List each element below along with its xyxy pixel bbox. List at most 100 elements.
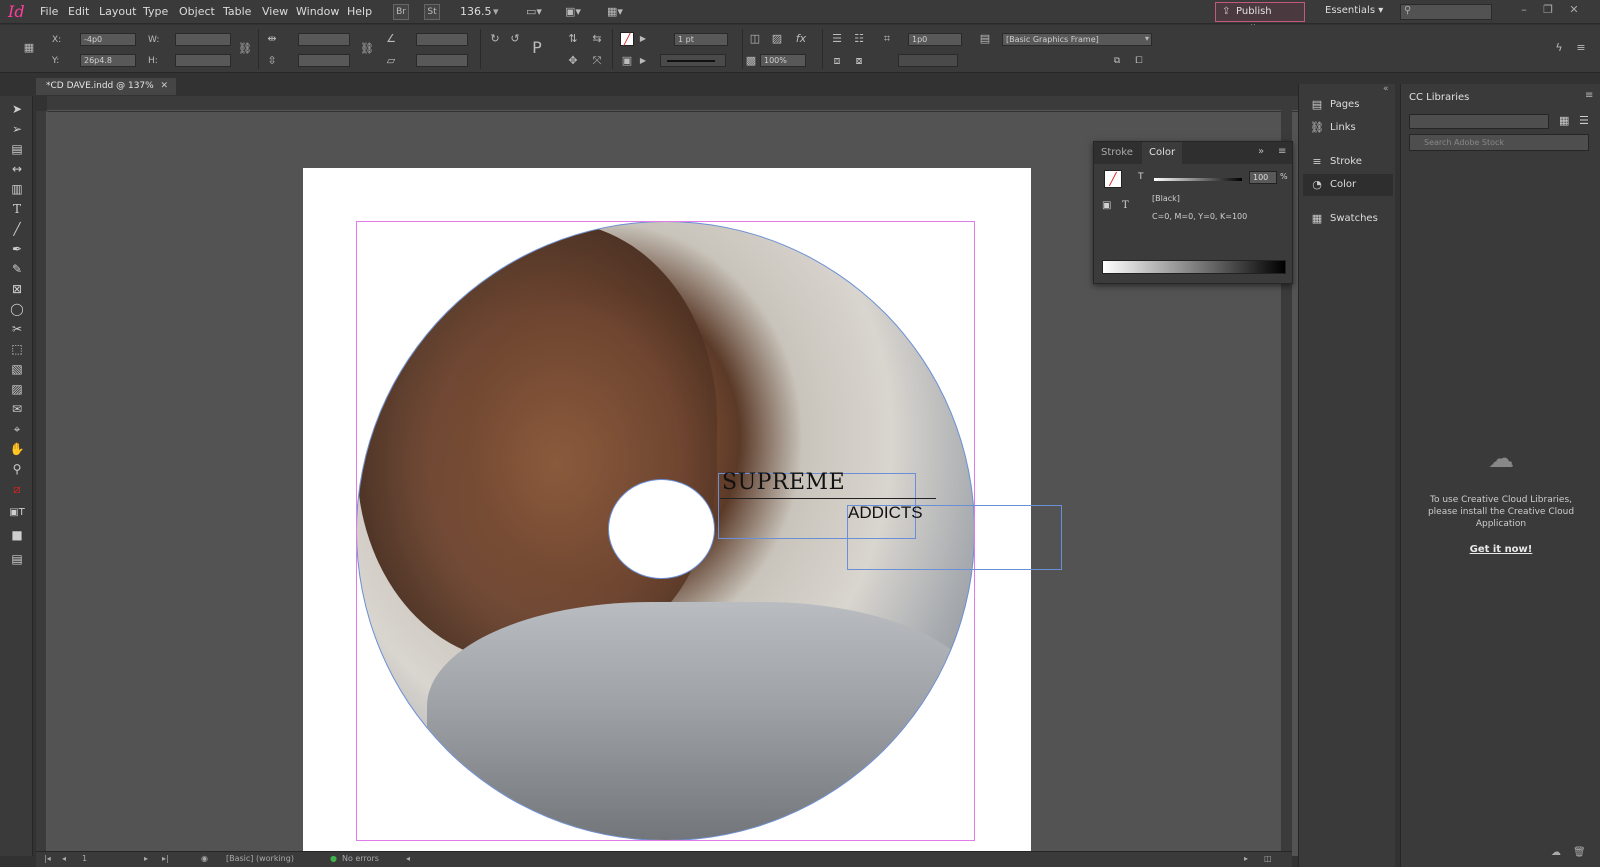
menu-help[interactable]: Help (347, 5, 372, 18)
fit-frame-icon[interactable]: ⌗ (880, 32, 894, 46)
split-window-icon[interactable]: ◫ (1264, 854, 1272, 863)
select-container-icon[interactable]: ✥ (566, 54, 580, 68)
hand-tool-icon[interactable]: ✋ (8, 440, 26, 458)
dock-item-swatches[interactable]: ▦ Swatches (1303, 208, 1393, 230)
page-tool-icon[interactable]: ▤ (8, 140, 26, 158)
maximize-icon[interactable]: ❐ (1540, 3, 1556, 19)
dock-item-pages[interactable]: ▤ Pages (1303, 94, 1393, 116)
collapse-dock-icon[interactable]: « (1383, 84, 1389, 94)
tab-stroke[interactable]: Stroke (1094, 142, 1140, 164)
constrain-scale-icon[interactable]: ⛓ (360, 42, 374, 56)
gap-tool-icon[interactable]: ↔ (8, 160, 26, 178)
last-page-icon[interactable]: ▸| (162, 854, 169, 863)
effects-frame-icon[interactable]: ▨ (770, 32, 784, 46)
album-title-text[interactable]: SUPREME (722, 470, 845, 495)
color-spectrum[interactable] (1102, 260, 1286, 274)
scroll-right-icon[interactable]: ▸ (1244, 854, 1248, 863)
preflight-profile[interactable]: [Basic] (working) (226, 854, 294, 863)
select-content-icon[interactable]: ⤧ (590, 54, 604, 68)
menu-object[interactable]: Object (179, 5, 215, 18)
publish-online-button[interactable]: ⇪ Publish Online (1215, 2, 1305, 35)
stroke-type-select[interactable] (660, 54, 726, 67)
direct-selection-tool-icon[interactable]: ➢ (8, 120, 26, 138)
pencil-tool-icon[interactable]: ✎ (8, 260, 26, 278)
corner-select[interactable] (898, 54, 958, 67)
y-field[interactable]: 26p4.8 (80, 54, 136, 67)
quick-apply-icon[interactable]: ⧉ (1110, 54, 1124, 68)
fill-arrow-icon[interactable]: ▶ (636, 32, 650, 46)
line-tool-icon[interactable]: ╱ (8, 220, 26, 238)
grid-view-icon[interactable]: ▦ (1559, 114, 1569, 127)
collapse-icon[interactable]: » (1258, 146, 1264, 157)
paragraph-icon[interactable]: P (530, 40, 544, 56)
type-tool-icon[interactable]: T (8, 200, 26, 218)
stroke-arrow-icon[interactable]: ▶ (636, 54, 650, 68)
fill-none-swatch-icon[interactable]: ╱ (620, 32, 634, 46)
horizontal-ruler[interactable] (47, 96, 1299, 111)
fx-icon[interactable]: fx (794, 32, 808, 46)
scale-x-field[interactable] (298, 33, 350, 46)
flip-vertical-icon[interactable]: ⇅ (566, 32, 580, 46)
align-left-icon[interactable]: ☰ (830, 32, 844, 46)
menu-table[interactable]: Table (223, 5, 251, 18)
lightning-icon[interactable]: ϟ (1552, 41, 1566, 55)
object-style-select[interactable]: [Basic Graphics Frame] (1002, 33, 1152, 46)
menu-edit[interactable]: Edit (68, 5, 89, 18)
drop-shadow-icon[interactable]: ◫ (748, 32, 762, 46)
tint-value-field[interactable]: 100 (1249, 171, 1277, 184)
help-search-input[interactable]: ⚲ (1400, 4, 1492, 20)
stock-search-input[interactable]: Search Adobe Stock (1409, 134, 1589, 151)
menu-file[interactable]: File (40, 5, 58, 18)
library-select[interactable] (1409, 114, 1549, 129)
zoom-level-select[interactable]: 136.5 (460, 5, 492, 18)
workspace-select[interactable]: Essentials ▾ (1325, 5, 1383, 16)
menu-type[interactable]: Type (143, 5, 168, 18)
reference-point-icon[interactable]: ▦ (22, 41, 36, 55)
prev-page-icon[interactable]: ◂ (62, 854, 66, 863)
trash-icon[interactable]: 🗑 (1573, 847, 1586, 858)
tint-slider[interactable] (1154, 178, 1242, 181)
panel-menu-icon[interactable]: ≡ (1278, 146, 1286, 157)
scissors-tool-icon[interactable]: ✂ (8, 320, 26, 338)
formatting-container-icon[interactable]: ▣T (8, 504, 26, 522)
gradient-feather-tool-icon[interactable]: ▨ (8, 380, 26, 398)
dock-item-color[interactable]: ◔ Color (1303, 174, 1393, 196)
panel-options-icon[interactable]: ⧠ (1132, 54, 1146, 68)
first-page-icon[interactable]: |◂ (44, 854, 51, 863)
rotate-cw-icon[interactable]: ↻ (488, 32, 502, 46)
menu-icon[interactable]: ≡ (1574, 41, 1588, 55)
vertical-ruler[interactable] (36, 111, 47, 856)
rotation-field[interactable] (416, 33, 468, 46)
flip-horizontal-icon[interactable]: ⇆ (590, 32, 604, 46)
constrain-proportions-icon[interactable]: ⛓ (238, 42, 252, 56)
zoom-chevron-icon[interactable]: ▾ (493, 5, 499, 18)
eyedropper-tool-icon[interactable]: ⌖ (8, 420, 26, 438)
rotate-ccw-icon[interactable]: ↺ (508, 32, 522, 46)
w-field[interactable] (175, 33, 231, 46)
wrap-icon[interactable]: ⧈ (830, 54, 844, 68)
screen-mode-icon[interactable]: ▣▾ (565, 5, 581, 18)
list-view-icon[interactable]: ☰ (1579, 114, 1589, 127)
view-options-icon[interactable]: ▭▾ (526, 5, 542, 18)
close-icon[interactable]: ✕ (1566, 3, 1582, 19)
align-center-icon[interactable]: ☷ (852, 32, 866, 46)
opacity-field[interactable]: 100% (760, 54, 806, 67)
wrap-bounding-icon[interactable]: ⧇ (852, 54, 866, 68)
next-page-icon[interactable]: ▸ (144, 854, 148, 863)
dock-item-stroke[interactable]: ≡ Stroke (1303, 151, 1393, 173)
content-collector-icon[interactable]: ▥ (8, 180, 26, 198)
minimize-icon[interactable]: – (1516, 3, 1532, 19)
tab-cc-libraries[interactable]: CC Libraries (1401, 88, 1481, 108)
fill-stroke-proxy-icon[interactable]: ╱ (1104, 170, 1122, 188)
cd-center-hole[interactable] (608, 479, 715, 579)
container-icon[interactable]: ▣ (1102, 200, 1111, 211)
screen-mode-tool-icon[interactable]: ▤ (8, 550, 26, 568)
chevron-down-icon[interactable]: ▾ (1140, 32, 1154, 46)
selection-tool-icon[interactable]: ➤ (8, 100, 26, 118)
pen-tool-icon[interactable]: ✒ (8, 240, 26, 258)
get-it-now-link[interactable]: Get it now! (1421, 544, 1581, 555)
stroke-swatch-icon[interactable]: ▣ (620, 54, 634, 68)
ellipse-tool-icon[interactable]: ◯ (8, 300, 26, 318)
gradient-swatch-tool-icon[interactable]: ▧ (8, 360, 26, 378)
scroll-left-icon[interactable]: ◂ (406, 854, 410, 863)
